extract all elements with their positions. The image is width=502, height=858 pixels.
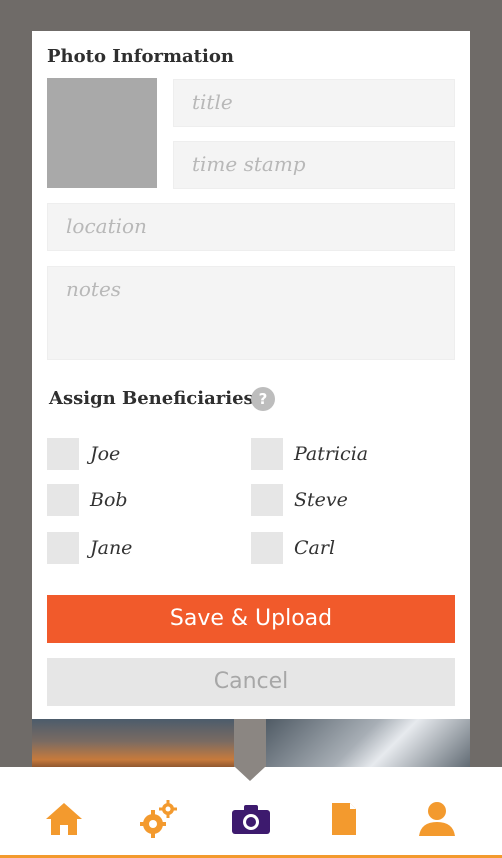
photo-thumbnail[interactable] [47,78,157,188]
beneficiary-name: Carl [294,537,336,559]
location-field[interactable]: location [47,203,455,251]
home-icon[interactable] [42,797,86,841]
active-tab-pointer [235,767,265,781]
checkbox[interactable] [251,484,283,516]
cancel-button[interactable]: Cancel [47,658,455,706]
profile-icon[interactable] [415,797,459,841]
beneficiary-name: Steve [294,489,348,511]
checkbox[interactable] [47,438,79,470]
background-photo-wave [266,718,470,770]
background-divider [234,718,266,770]
save-upload-button[interactable]: Save & Upload [47,595,455,643]
help-icon[interactable]: ? [251,387,275,411]
photo-information-title: Photo Information [47,46,234,67]
title-field[interactable]: title [173,79,455,127]
checkbox[interactable] [47,532,79,564]
checkbox[interactable] [251,532,283,564]
background-photo-sunset [32,718,234,770]
beneficiary-name: Patricia [294,443,369,465]
camera-icon[interactable] [229,797,273,841]
beneficiary-name: Joe [90,443,121,465]
background-right [470,0,502,770]
notes-field[interactable]: notes [47,266,455,360]
beneficiary-name: Jane [90,537,133,559]
photo-info-modal: Photo Information title time stamp locat… [32,31,470,719]
document-icon[interactable] [322,797,366,841]
background-left [0,0,32,770]
timestamp-field[interactable]: time stamp [173,141,455,189]
checkbox[interactable] [47,484,79,516]
beneficiary-name: Bob [90,489,128,511]
assign-beneficiaries-title: Assign Beneficiaries [49,388,254,409]
checkbox[interactable] [251,438,283,470]
settings-gears-icon[interactable] [136,797,180,841]
